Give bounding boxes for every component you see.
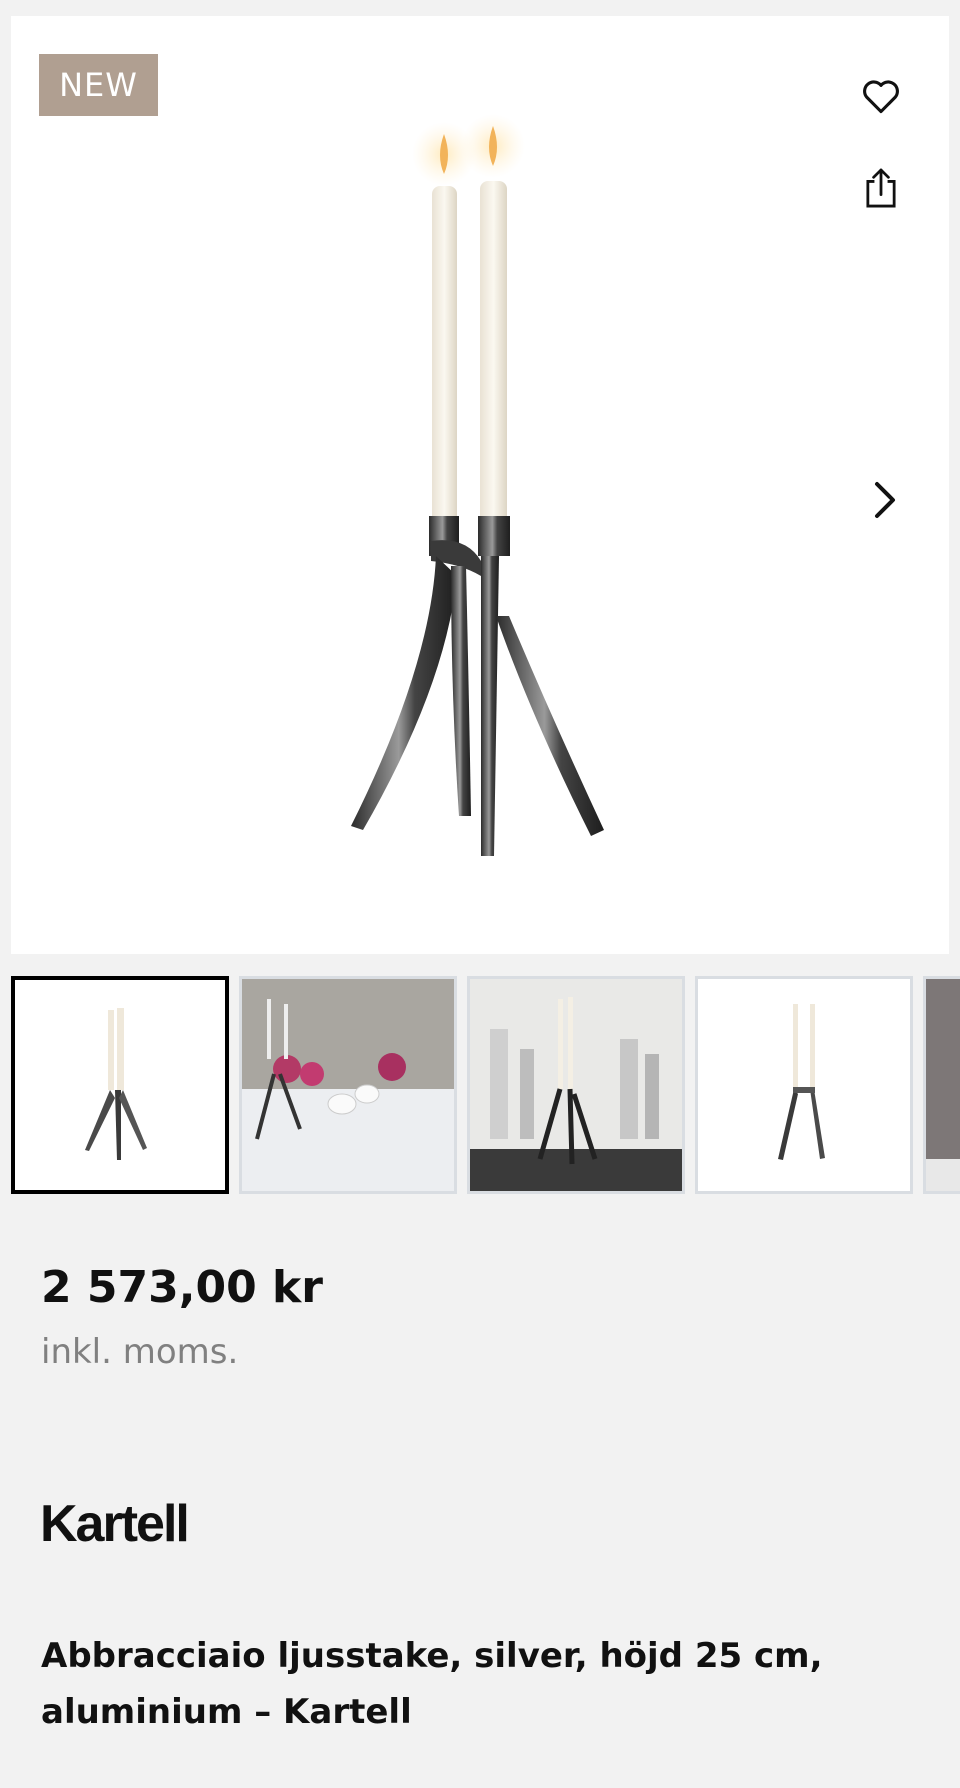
thumbnail-3[interactable] — [467, 976, 685, 1194]
share-button[interactable] — [851, 158, 911, 218]
product-title: Abbracciaio ljusstake, silver, höjd 25 c… — [41, 1636, 823, 1732]
thumbnail-image — [242, 979, 454, 1191]
new-badge: NEW — [39, 54, 158, 116]
brand-logo[interactable]: Kartell — [40, 1494, 190, 1554]
heart-icon — [863, 80, 899, 114]
product-image-viewer[interactable]: NEW — [11, 16, 949, 954]
thumbnail-strip[interactable] — [11, 976, 960, 1194]
thumbnail-image — [778, 1004, 825, 1160]
thumbnail-4[interactable] — [695, 976, 913, 1194]
product-price: 2 573,00 kr — [41, 1262, 324, 1313]
thumbnail-1[interactable] — [11, 976, 229, 1194]
thumbnail-image — [926, 979, 960, 1191]
thumbnail-image — [470, 979, 682, 1191]
thumbnail-image — [85, 1008, 147, 1160]
thumbnail-5[interactable] — [923, 976, 960, 1194]
product-image — [351, 114, 604, 856]
favorite-button[interactable] — [851, 66, 911, 126]
thumbnail-2[interactable] — [239, 976, 457, 1194]
share-icon — [866, 168, 896, 208]
next-image-button[interactable] — [863, 468, 907, 532]
chevron-right-icon — [875, 482, 895, 518]
vat-note: inkl. moms. — [41, 1332, 239, 1372]
